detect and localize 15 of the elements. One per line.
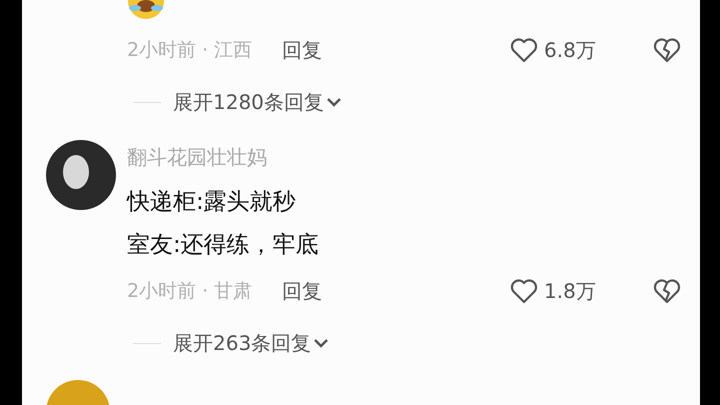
broken-heart-icon[interactable]	[653, 37, 681, 63]
comment-text: 室友:还得练，牢底	[127, 231, 320, 260]
heart-icon[interactable]	[510, 278, 538, 304]
reply-link[interactable]: 回复	[282, 36, 322, 64]
time-location: 2小时前 · 甘肃	[127, 279, 252, 304]
broken-heart-icon[interactable]	[653, 278, 681, 304]
reply-link[interactable]: 回复	[282, 278, 322, 304]
expand-replies-link[interactable]: 展开1280条回复	[173, 88, 324, 116]
like-count: 1.8万	[544, 278, 596, 304]
time-location: 2小时前 · 江西	[127, 38, 252, 63]
like-count: 6.8万	[544, 36, 596, 64]
expand-replies-link[interactable]: 展开263条回复	[173, 330, 312, 356]
comment-text: 快递柜:露头就秒	[127, 188, 297, 217]
avatar-icon[interactable]	[46, 140, 116, 210]
heart-icon[interactable]	[510, 37, 538, 63]
